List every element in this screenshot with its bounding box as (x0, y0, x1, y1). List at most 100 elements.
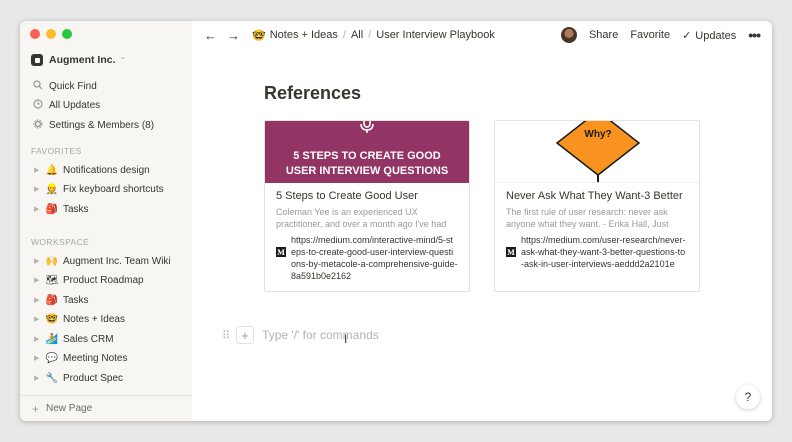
workspace-name: Augment Inc. (49, 54, 116, 66)
sidebar-item-notifications-design[interactable]: ▶ 🔔 Notifications design (34, 163, 150, 177)
sidebar-item-team-wiki[interactable]: ▶ 🙌 Augment Inc. Team Wiki (34, 254, 171, 268)
why-sign-icon: Why? (555, 121, 641, 182)
expand-triangle-icon[interactable]: ▶ (34, 205, 44, 213)
sidebar-item-label: All Updates (49, 99, 101, 111)
more-options-icon[interactable]: ••• (748, 27, 761, 43)
image-caption-line: 5 STEPS TO CREATE GOOD (293, 150, 441, 162)
zoom-window-button[interactable] (62, 29, 72, 39)
expand-triangle-icon[interactable]: ▶ (34, 296, 44, 304)
breadcrumb-current-page[interactable]: User Interview Playbook (376, 29, 495, 41)
add-block-button[interactable]: + (236, 326, 255, 344)
share-button[interactable]: Share (589, 29, 618, 41)
empty-block: ⠿ + Type '/' for commands (222, 326, 379, 344)
window-controls (30, 29, 72, 39)
topbar-actions: Share Favorite ✓ Updates ••• (560, 27, 761, 43)
sidebar-item-sales-crm[interactable]: ▶ 🏄 Sales CRM (34, 332, 114, 346)
sidebar-item-label: Quick Find (49, 80, 97, 92)
sidebar-item-label: Settings & Members (8) (49, 119, 155, 131)
new-page-label: New Page (46, 403, 93, 414)
sidebar-item-label: Notes + Ideas (63, 313, 125, 325)
favorite-button[interactable]: Favorite (630, 29, 670, 41)
nerd-face-icon: 🤓 (45, 313, 59, 325)
checkmark-icon: ✓ (682, 29, 692, 42)
help-button[interactable]: ? (736, 385, 760, 409)
sidebar-item-label: Meeting Notes (63, 352, 128, 364)
breadcrumb-separator: / (342, 29, 346, 41)
expand-triangle-icon[interactable]: ▶ (34, 276, 44, 284)
workspace-label: WORKSPACE (31, 237, 90, 247)
bookmark-url: https://medium.com/interactive-mind/5-st… (291, 235, 458, 281)
sidebar-item-meeting-notes[interactable]: ▶ 💬 Meeting Notes (34, 351, 127, 365)
workspace-switcher[interactable]: Augment Inc. ⌃ (31, 54, 126, 66)
favorites-label: FAVORITES (31, 146, 82, 156)
expand-triangle-icon[interactable]: ▶ (34, 257, 44, 265)
app-window: Augment Inc. ⌃ Quick Find All Updates Se… (20, 21, 772, 421)
breadcrumb-notes-ideas[interactable]: Notes + Ideas (270, 29, 338, 41)
search-icon (32, 79, 44, 93)
sidebar: Augment Inc. ⌃ Quick Find All Updates Se… (20, 21, 192, 421)
speech-bubble-icon: 💬 (45, 352, 59, 364)
sidebar-quick-find[interactable]: Quick Find (32, 79, 97, 93)
minimize-window-button[interactable] (46, 29, 56, 39)
chevron-updown-icon: ⌃ (119, 55, 127, 65)
breadcrumb-separator: / (368, 29, 372, 41)
sidebar-item-fix-keyboard-shortcuts[interactable]: ▶ 👷 Fix keyboard shortcuts (34, 182, 164, 196)
bookmark-image: Why? (495, 121, 699, 183)
text-cursor-icon: I (344, 332, 348, 346)
microphone-icon (360, 121, 374, 133)
block-placeholder[interactable]: Type '/' for commands (262, 328, 379, 342)
expand-triangle-icon[interactable]: ▶ (34, 374, 44, 382)
updates-label: Updates (695, 29, 737, 42)
medium-logo-icon: M (276, 247, 286, 257)
forward-arrow-icon[interactable]: → (227, 28, 240, 43)
clock-icon (32, 98, 44, 112)
expand-triangle-icon[interactable]: ▶ (34, 315, 44, 323)
sidebar-all-updates[interactable]: All Updates (32, 98, 100, 112)
close-window-button[interactable] (30, 29, 40, 39)
bookmark-body: Never Ask What They Want-3 Better The fi… (495, 183, 699, 270)
updates-button[interactable]: ✓ Updates (682, 29, 736, 42)
bookmark-link[interactable]: M https://medium.com/user-research/never… (506, 234, 688, 270)
avatar[interactable] (560, 27, 577, 43)
bell-icon: 🔔 (45, 164, 59, 176)
expand-triangle-icon[interactable]: ▶ (34, 335, 44, 343)
sidebar-item-product-spec[interactable]: ▶ 🔧 Product Spec (34, 371, 123, 385)
bookmark-image-caption: 5 STEPS TO CREATE GOOD USER INTERVIEW QU… (265, 149, 469, 179)
sidebar-item-label: Tasks (63, 203, 89, 215)
wrench-icon: 🔧 (45, 372, 59, 384)
map-icon: 🗺 (45, 274, 59, 286)
plus-icon: + (32, 401, 40, 416)
expand-triangle-icon[interactable]: ▶ (34, 166, 44, 174)
sidebar-settings-members[interactable]: Settings & Members (8) (32, 118, 154, 132)
bookmark-title: Never Ask What They Want-3 Better (506, 190, 683, 202)
bookmark-card-never-ask[interactable]: Why? Never Ask What They Want-3 Better T… (494, 120, 700, 292)
new-page-button[interactable]: + New Page (20, 395, 192, 421)
page-heading[interactable]: References (264, 83, 361, 104)
back-arrow-icon[interactable]: ← (204, 28, 217, 43)
expand-triangle-icon[interactable]: ▶ (34, 354, 44, 362)
bookmark-image: 5 STEPS TO CREATE GOOD USER INTERVIEW QU… (265, 121, 469, 183)
bookmark-link[interactable]: M https://medium.com/interactive-mind/5-… (276, 234, 458, 282)
sidebar-item-label: Tasks (63, 294, 89, 306)
image-caption-line: USER INTERVIEW QUESTIONS (285, 165, 449, 177)
backpack-icon: 🎒 (45, 203, 59, 215)
bookmark-description: Coleman Yee is an experienced UX practit… (276, 207, 447, 229)
bookmark-card-5-steps[interactable]: 5 STEPS TO CREATE GOOD USER INTERVIEW QU… (264, 120, 470, 292)
breadcrumb-all[interactable]: All (351, 29, 363, 41)
medium-logo-icon: M (506, 247, 516, 257)
construction-worker-icon: 👷 (45, 183, 59, 195)
expand-triangle-icon[interactable]: ▶ (34, 185, 44, 193)
sidebar-item-label: Product Roadmap (63, 274, 144, 286)
surfer-icon: 🏄 (45, 333, 59, 345)
sidebar-item-label: Product Spec (63, 372, 124, 384)
sidebar-item-label: Fix keyboard shortcuts (63, 183, 164, 195)
nerd-face-icon: 🤓 (252, 29, 266, 42)
sidebar-item-product-roadmap[interactable]: ▶ 🗺 Product Roadmap (34, 273, 144, 287)
sidebar-item-label: Notifications design (63, 164, 150, 176)
sidebar-item-tasks[interactable]: ▶ 🎒 Tasks (34, 293, 89, 307)
sidebar-item-notes-ideas[interactable]: ▶ 🤓 Notes + Ideas (34, 312, 125, 326)
sidebar-item-tasks-favorite[interactable]: ▶ 🎒 Tasks (34, 202, 89, 216)
bookmark-url: https://medium.com/user-research/never-a… (521, 235, 686, 269)
drag-handle-icon[interactable]: ⠿ (222, 329, 230, 342)
bookmark-body: 5 Steps to Create Good User Coleman Yee … (265, 183, 469, 282)
